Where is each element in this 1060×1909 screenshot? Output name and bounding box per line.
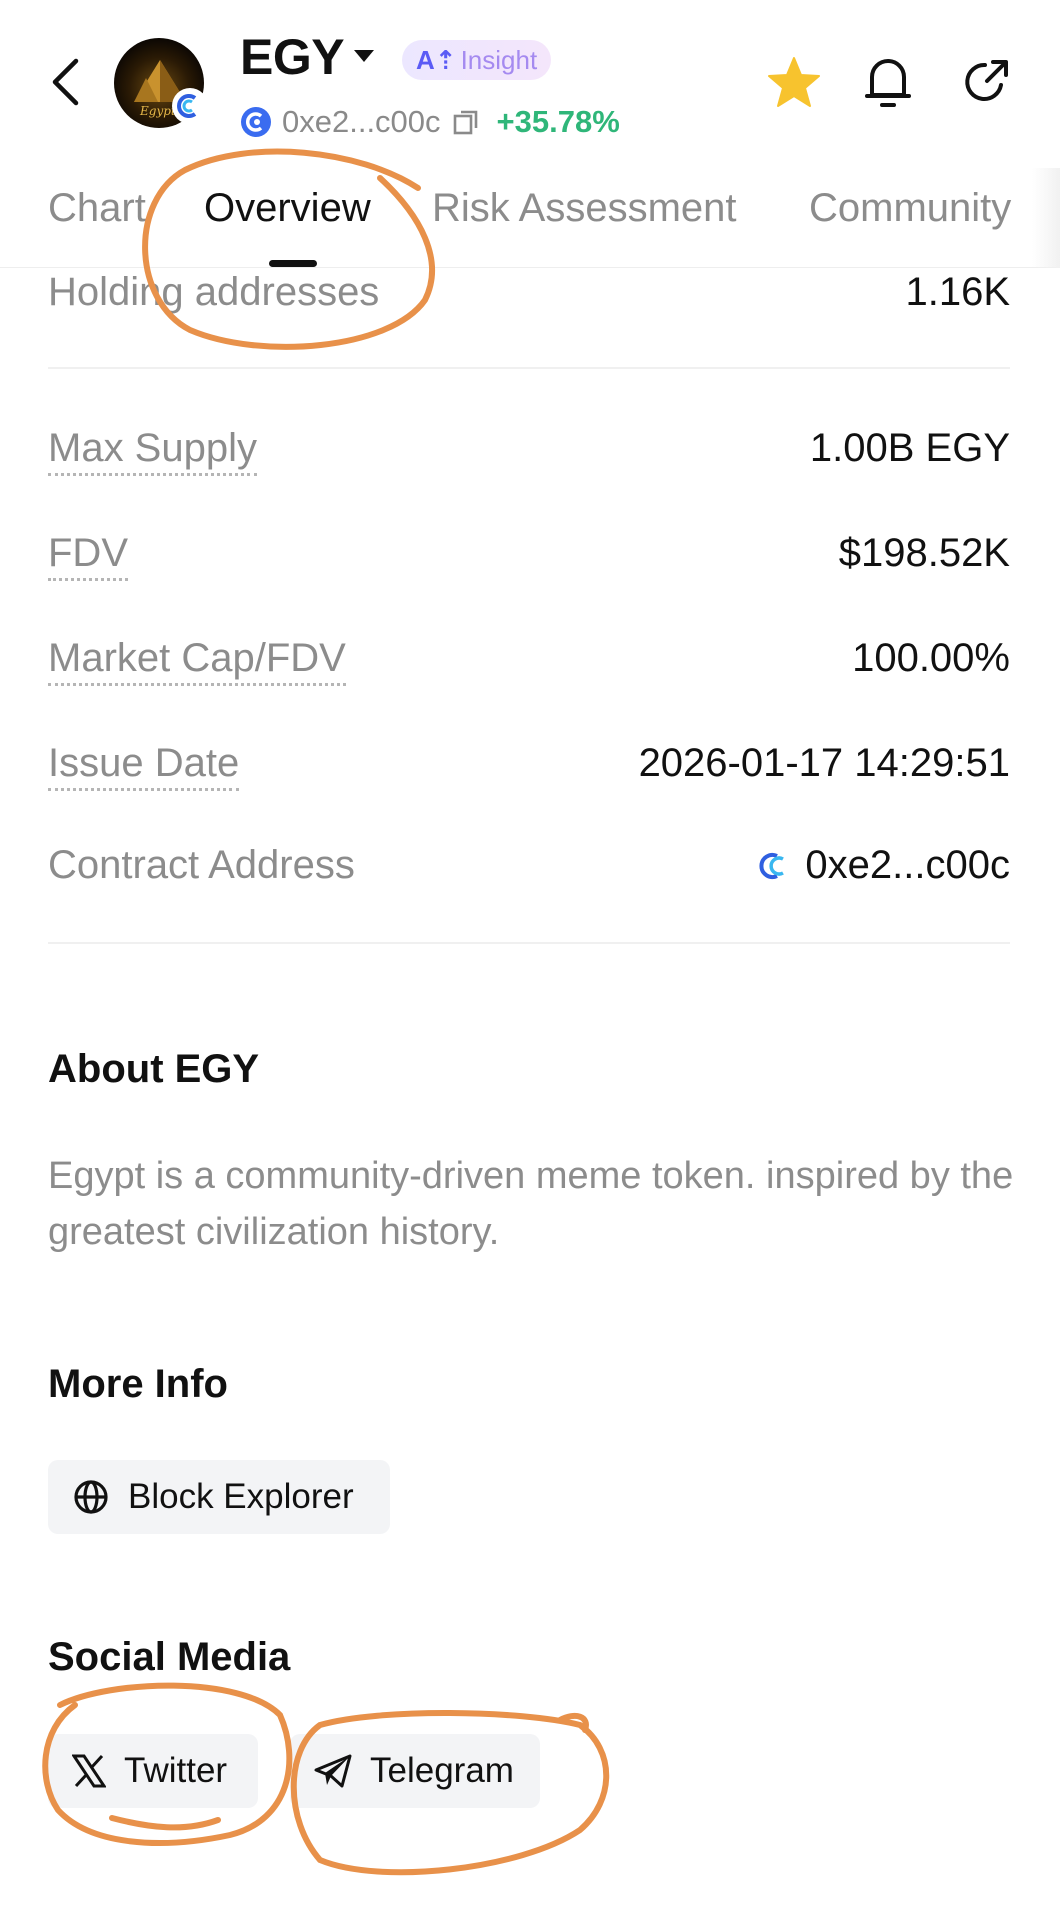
chain-icon xyxy=(241,107,271,137)
share-icon xyxy=(965,60,1008,101)
telegram-label: Telegram xyxy=(370,1751,514,1790)
tab-community[interactable]: Community xyxy=(809,186,1011,231)
stat-label[interactable]: FDV xyxy=(48,531,128,581)
stat-label: Holding addresses xyxy=(48,270,380,314)
chain-icon xyxy=(759,852,785,879)
ai-insight-button[interactable]: A⇡ Insight xyxy=(402,40,552,80)
block-explorer-button[interactable]: Block Explorer xyxy=(48,1460,390,1534)
twitter-button[interactable]: Twitter xyxy=(48,1734,258,1808)
tab-risk-assessment[interactable]: Risk Assessment xyxy=(432,186,737,231)
more-info-title: More Info xyxy=(48,1362,228,1406)
logo-text: Egypt xyxy=(140,104,176,118)
bell-icon xyxy=(865,59,911,107)
ai-insight-label: Insight xyxy=(460,44,538,75)
stat-value: 1.16K xyxy=(905,270,1010,314)
stat-label[interactable]: Issue Date xyxy=(48,741,240,791)
x-twitter-icon xyxy=(72,1754,106,1788)
active-tab-indicator xyxy=(269,260,317,267)
address-row: 0xe2...c00c +35.78% xyxy=(240,104,620,140)
stat-max-supply: Max Supply 1.00B EGY xyxy=(48,426,1010,476)
share-button[interactable] xyxy=(956,52,1016,112)
chain-icon xyxy=(177,94,197,118)
divider xyxy=(48,367,1010,369)
ai-mark: A⇡ xyxy=(416,44,457,75)
about-description: Egypt is a community-driven meme token. … xyxy=(48,1155,1014,1253)
star-icon xyxy=(768,57,820,107)
stat-value: 2026-01-17 14:29:51 xyxy=(638,741,1010,785)
caret-down-icon[interactable] xyxy=(352,48,376,64)
twitter-label: Twitter xyxy=(124,1751,228,1790)
copy-icon[interactable] xyxy=(451,107,481,137)
stat-value: 100.00% xyxy=(852,636,1010,680)
back-button[interactable] xyxy=(40,50,90,114)
stat-market-cap-fdv: Market Cap/FDV 100.00% xyxy=(48,636,1010,686)
stat-label[interactable]: Max Supply xyxy=(48,426,257,476)
favorite-button[interactable] xyxy=(764,52,824,112)
tab-overview[interactable]: Overview xyxy=(204,186,371,231)
tab-bar: Chart Overview Risk Assessment Community xyxy=(0,168,1060,268)
telegram-icon xyxy=(314,1754,352,1788)
social-media-title: Social Media xyxy=(48,1635,291,1679)
contract-value[interactable]: 0xe2...c00c xyxy=(755,843,1010,888)
stat-label[interactable]: Market Cap/FDV xyxy=(48,636,346,686)
stat-issue-date: Issue Date 2026-01-17 14:29:51 xyxy=(48,741,1010,791)
tabs-scroll-fade xyxy=(1032,168,1060,268)
token-address: 0xe2...c00c xyxy=(282,104,441,139)
stat-value: 0xe2...c00c xyxy=(805,843,1010,887)
stat-value: $198.52K xyxy=(838,531,1010,575)
stat-holding-addresses: Holding addresses 1.16K xyxy=(48,270,1010,320)
divider xyxy=(48,942,1010,944)
globe-icon xyxy=(74,1480,108,1514)
telegram-button[interactable]: Telegram xyxy=(290,1734,540,1808)
price-change: +35.78% xyxy=(496,104,620,139)
block-explorer-label: Block Explorer xyxy=(128,1477,354,1516)
token-symbol[interactable]: EGY xyxy=(240,28,345,86)
chain-badge xyxy=(172,88,208,124)
back-arrow-icon xyxy=(52,58,79,106)
stat-label: Contract Address xyxy=(48,843,355,887)
stat-fdv: FDV $198.52K xyxy=(48,531,1010,581)
token-header: Egypt EGY A⇡ Insight 0xe2...c00c +35.78% xyxy=(0,0,1060,150)
alert-button[interactable] xyxy=(858,52,918,112)
tab-chart[interactable]: Chart xyxy=(48,186,146,231)
about-title: About EGY xyxy=(48,1047,260,1091)
stat-value: 1.00B EGY xyxy=(809,426,1010,470)
stat-contract-address: Contract Address 0xe2...c00c xyxy=(48,843,1010,893)
